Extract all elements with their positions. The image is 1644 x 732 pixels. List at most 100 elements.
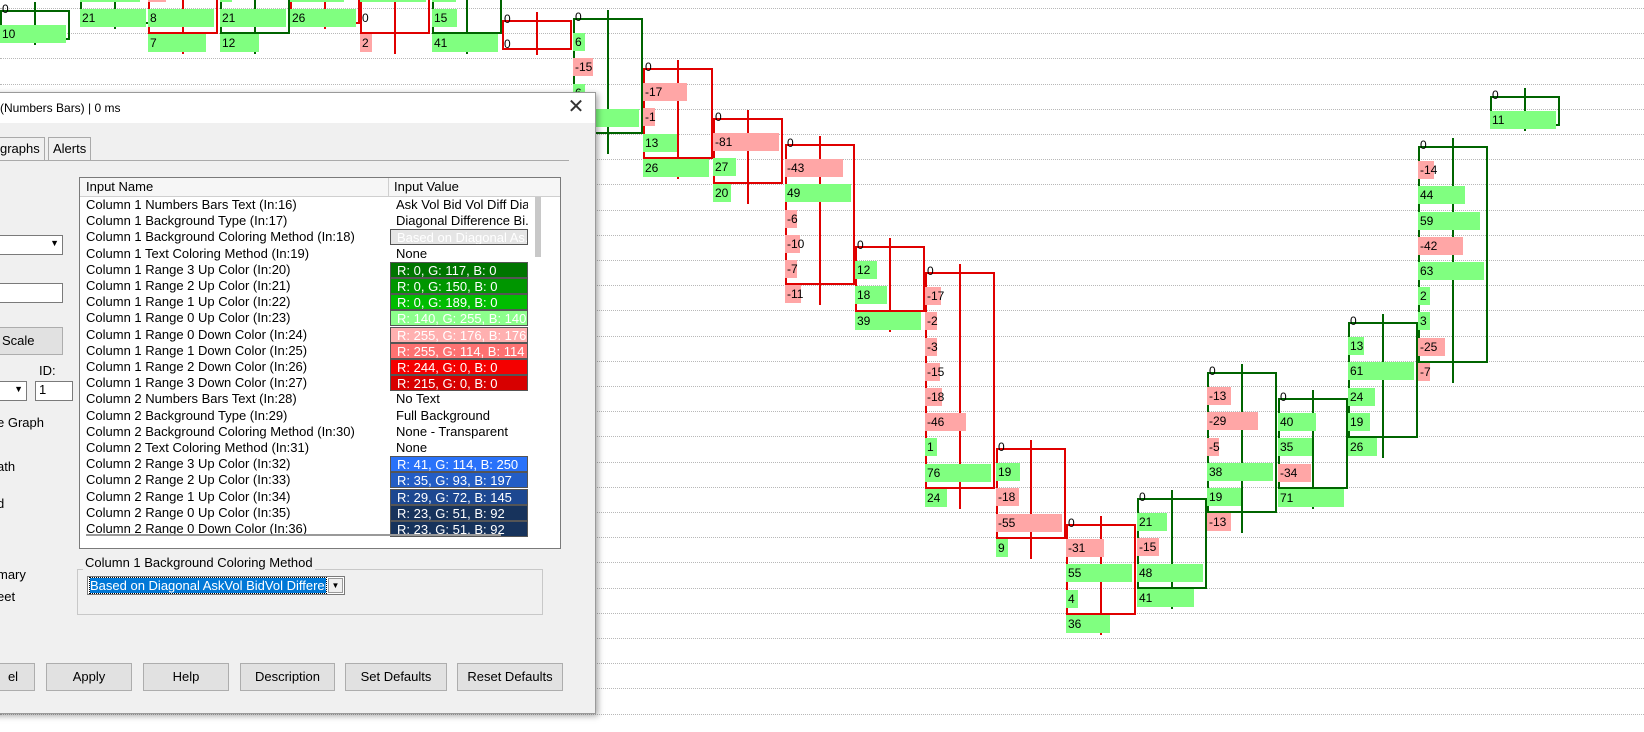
id-label: ID:	[39, 363, 56, 378]
table-row[interactable]: Column 2 Range 2 Up Color (In:33) R: 35, …	[80, 472, 530, 489]
tab-alerts[interactable]: Alerts	[48, 137, 92, 160]
input-value-cell[interactable]: R: 255, G: 176, B: 176	[390, 326, 528, 343]
horizontal-scrollbar[interactable]	[86, 534, 501, 536]
table-row[interactable]: Column 1 Range 0 Up Color (In:23) R: 140,…	[80, 310, 530, 327]
close-icon[interactable]: ✕	[565, 97, 587, 119]
id-field[interactable]: 1	[35, 381, 73, 401]
volume-cell: 19	[1348, 412, 1370, 431]
table-row[interactable]: Column 1 Range 3 Down Color (In:27) R: 21…	[80, 375, 530, 392]
volume-cell: -42	[1418, 236, 1463, 255]
table-row[interactable]: Column 2 Text Coloring Method (In:31) Non…	[80, 440, 530, 456]
input-value-cell[interactable]: R: 0, G: 189, B: 0	[390, 294, 528, 311]
input-value-cell[interactable]: None - Transparent	[390, 424, 528, 440]
table-row[interactable]: Column 2 Background Type (In:29) Full Bac…	[80, 408, 530, 424]
volume-cell: 21	[80, 9, 146, 28]
input-value-cell[interactable]: R: 41, G: 114, B: 250	[390, 456, 528, 473]
table-row[interactable]: Column 2 Range 3 Up Color (In:32) R: 41, …	[80, 456, 530, 473]
table-row[interactable]: Column 1 Background Type (In:17) Diagonal…	[80, 213, 530, 229]
table-row[interactable]: Column 1 Range 2 Down Color (In:26) R: 24…	[80, 359, 530, 375]
volume-cell: -14	[1418, 161, 1438, 180]
input-name-cell: Column 2 Background Type (In:29)	[86, 407, 288, 423]
volume-cell: 2	[1418, 287, 1430, 306]
graph-region-dropdown[interactable]: ▼	[0, 381, 27, 401]
table-row[interactable]: Column 1 Range 0 Down Color (In:24) R: 25…	[80, 326, 530, 343]
sheet-label: eet	[0, 589, 16, 604]
table-row[interactable]: Column 1 Background Coloring Method (In:…	[80, 229, 530, 246]
volume-cell: 8	[148, 9, 214, 28]
input-value-cell[interactable]: Diagonal Difference Bi...	[390, 213, 528, 229]
volume-cell: -17	[925, 287, 945, 306]
input-value-cell[interactable]: R: 0, G: 150, B: 0	[390, 278, 528, 294]
description-button[interactable]: Description	[240, 663, 335, 691]
volume-cell: 13	[1348, 337, 1364, 356]
input-value-cell[interactable]: R: 29, G: 72, B: 145	[390, 488, 528, 505]
volume-cell: -7	[1418, 362, 1431, 381]
scale-button[interactable]: Scale	[0, 327, 63, 355]
volume-cell: 0	[504, 37, 511, 52]
table-row[interactable]: Column 1 Text Coloring Method (In:19) Non…	[80, 246, 530, 262]
volume-cell: 26	[1348, 438, 1377, 456]
volume-cell: 19	[80, 0, 140, 2]
summary-label: mary	[0, 567, 26, 582]
volume-cell: 76	[925, 463, 991, 482]
table-row[interactable]: Column 1 Numbers Bars Text (In:16) Ask Vo…	[80, 197, 530, 213]
volume-cell: 0	[504, 12, 511, 26]
input-name-cell: Column 1 Background Type (In:17)	[86, 213, 288, 229]
volume-cell: 12	[855, 261, 877, 280]
volume-cell: 39	[855, 311, 921, 330]
input-value-cell[interactable]: R: 244, G: 0, B: 0	[390, 359, 528, 375]
input-value-cell[interactable]: R: 35, G: 93, B: 197	[390, 472, 528, 489]
apply-button[interactable]: Apply	[46, 663, 132, 691]
volume-cell: -2	[925, 312, 938, 331]
table-row[interactable]: Column 1 Range 1 Down Color (In:25) R: 25…	[80, 342, 530, 359]
input-value-cell[interactable]: Based on Diagonal As...	[390, 229, 528, 246]
volume-cell: -25	[1418, 337, 1445, 356]
tab-graphs[interactable]: graphs	[0, 137, 45, 160]
volume-cell: 0	[1420, 138, 1427, 152]
input-value-cell[interactable]: Full Background	[390, 408, 528, 424]
volume-cell: 0	[1139, 490, 1146, 504]
input-value-cell[interactable]: R: 215, G: 0, B: 0	[390, 375, 528, 392]
selected-input-dropdown[interactable]: Based on Diagonal AskVol BidVol Differen…	[87, 576, 345, 595]
input-value-cell[interactable]: No Text	[390, 391, 528, 407]
input-name-cell: Column 2 Range 3 Up Color (In:32)	[86, 456, 291, 472]
volume-cell: 18	[855, 286, 887, 305]
cancel-button[interactable]: el	[0, 663, 35, 691]
help-button[interactable]: Help	[143, 663, 229, 691]
inputs-table[interactable]: Input Name Input Value Column 1 Numbers …	[79, 177, 561, 549]
set-defaults-button[interactable]: Set Defaults	[345, 663, 447, 691]
volume-cell: 0	[1068, 516, 1075, 530]
volume-cell: -18	[925, 388, 945, 406]
input-value-cell[interactable]: R: 140, G: 255, B: 140	[390, 310, 528, 327]
volume-cell: 0	[927, 264, 934, 278]
input-value-cell[interactable]: R: 0, G: 117, B: 0	[390, 261, 528, 278]
volume-cell: -13	[1207, 387, 1231, 406]
table-row[interactable]: Column 2 Numbers Bars Text (In:28) No Tex…	[80, 391, 530, 407]
chevron-down-icon[interactable]: ▼	[328, 578, 343, 593]
table-row[interactable]: Column 2 Range 1 Up Color (In:34) R: 29, …	[80, 488, 530, 505]
left-dropdown[interactable]: ▼	[0, 235, 63, 255]
volume-cell: 21	[220, 9, 286, 28]
input-name-cell: Column 2 Text Coloring Method (In:31)	[86, 440, 310, 455]
table-row[interactable]: Column 1 Range 2 Up Color (In:21) R: 0, G…	[80, 278, 530, 294]
table-row[interactable]: Column 2 Range 0 Up Color (In:35) R: 23, …	[80, 504, 530, 521]
volume-cell: 26	[290, 9, 356, 28]
vertical-scrollbar[interactable]	[535, 197, 541, 257]
left-text-field[interactable]	[0, 283, 63, 303]
table-row[interactable]: Column 1 Range 1 Up Color (In:22) R: 0, G…	[80, 294, 530, 311]
input-value-cell[interactable]: R: 255, G: 114, B: 114	[390, 342, 528, 359]
input-name-cell: Column 2 Background Coloring Method (In:…	[86, 423, 355, 439]
input-value-cell[interactable]: Ask Vol Bid Vol Diff Dia...	[390, 197, 528, 213]
selected-input-value: Based on Diagonal AskVol BidVol Differen…	[89, 577, 327, 594]
input-value-cell[interactable]: None	[390, 440, 528, 456]
volume-cell: 35	[1278, 438, 1312, 457]
reset-defaults-button[interactable]: Reset Defaults	[457, 663, 563, 691]
input-name-cell: Column 1 Range 0 Down Color (In:24)	[86, 326, 308, 342]
dialog-titlebar[interactable]: (Numbers Bars) | 0 ms ✕	[0, 93, 595, 123]
input-value-cell[interactable]: R: 23, G: 51, B: 92	[390, 504, 528, 521]
volume-cell: 15	[432, 9, 457, 28]
input-value-cell[interactable]: None	[390, 246, 528, 262]
table-row[interactable]: Column 1 Range 3 Up Color (In:20) R: 0, G…	[80, 261, 530, 278]
chevron-down-icon: ▼	[14, 384, 23, 394]
table-row[interactable]: Column 2 Background Coloring Method (In:…	[80, 424, 530, 440]
